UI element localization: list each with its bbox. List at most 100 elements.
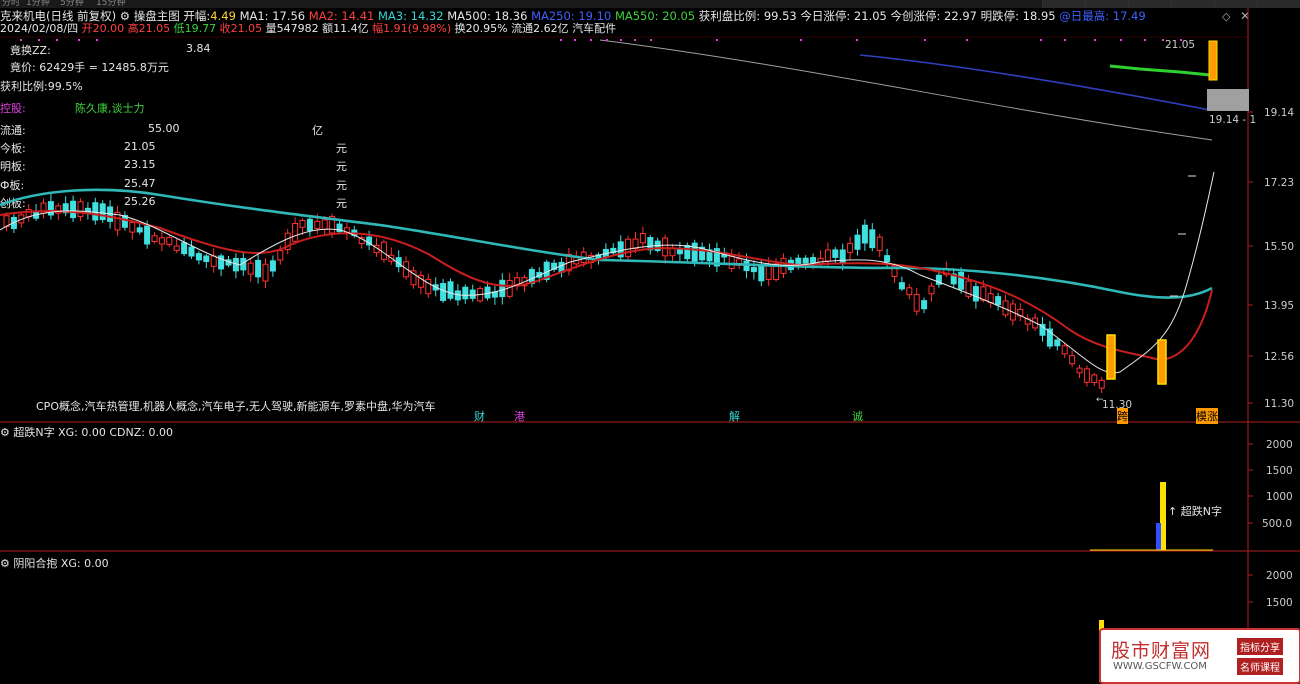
ma250-line bbox=[859, 54, 1211, 111]
panel3-title[interactable]: 阴阳合抱 bbox=[13, 557, 57, 570]
concepts-text: CPO概念,汽车热管理,机器人概念,汽车电子,无人驾驶,新能源车,罗素中盘,华为… bbox=[36, 400, 436, 413]
candle-body bbox=[210, 255, 217, 267]
panel2-axis-2000: 2000 bbox=[1266, 439, 1293, 451]
price-axis-1723: 17.23 bbox=[1264, 177, 1295, 189]
candle-body bbox=[380, 241, 387, 260]
panel3-axis-1500: 1500 bbox=[1266, 597, 1293, 609]
price-axis-1130: 11.30 bbox=[1264, 398, 1295, 410]
marker-dot bbox=[620, 39, 622, 41]
candle-body bbox=[832, 249, 839, 258]
candle-body bbox=[314, 220, 321, 230]
candle-body bbox=[166, 236, 173, 246]
candle-body bbox=[750, 267, 757, 273]
cdnz-bar-blue bbox=[1156, 523, 1161, 550]
candle-body bbox=[203, 255, 210, 263]
candle-body bbox=[469, 289, 476, 299]
candle-body bbox=[195, 253, 202, 261]
candle-body bbox=[447, 281, 454, 299]
price-tag-range: 19.14 - 1 bbox=[1209, 114, 1257, 126]
range-box bbox=[1207, 89, 1249, 111]
candle-body bbox=[632, 238, 639, 249]
axis-ticks bbox=[1248, 111, 1253, 603]
candle-body bbox=[639, 232, 646, 244]
panel3-gear-icon[interactable]: ⚙ bbox=[0, 557, 10, 570]
candle-body bbox=[839, 249, 846, 264]
candle-body bbox=[99, 203, 106, 221]
candle-body bbox=[151, 235, 158, 243]
price-axis-1914: 19.14 bbox=[1264, 107, 1295, 119]
signal-bar-1 bbox=[1106, 334, 1116, 380]
candle-body bbox=[958, 271, 965, 290]
candle-body bbox=[299, 219, 306, 228]
candle-body bbox=[898, 282, 905, 290]
marker-dot bbox=[1040, 39, 1042, 41]
candle-body bbox=[728, 255, 735, 269]
panel2-axis-1000: 1000 bbox=[1266, 491, 1293, 503]
marker-jie: 解 bbox=[729, 410, 740, 423]
candle-body bbox=[869, 229, 876, 249]
kline-chart[interactable] bbox=[0, 0, 1300, 682]
marker-dot bbox=[96, 39, 98, 41]
price-axis-1256: 12.56 bbox=[1264, 351, 1295, 363]
candle-body bbox=[77, 201, 84, 217]
candle-body bbox=[906, 287, 913, 296]
marker-dot bbox=[590, 39, 592, 41]
price-axis-1550: 15.50 bbox=[1264, 241, 1295, 253]
marker-dot bbox=[716, 39, 718, 41]
candle-body bbox=[129, 222, 136, 233]
marker-cai: 财 bbox=[474, 410, 485, 423]
candle-body bbox=[70, 200, 77, 219]
candle-body bbox=[758, 265, 765, 282]
marker-dot bbox=[1094, 39, 1096, 41]
candle-body bbox=[188, 246, 195, 257]
candle-body bbox=[144, 225, 151, 245]
candle-body bbox=[306, 218, 313, 231]
candle-body bbox=[662, 237, 669, 257]
candle-body bbox=[262, 263, 269, 282]
candle-body bbox=[824, 249, 831, 262]
candle-body bbox=[425, 278, 432, 295]
marker-dot bbox=[924, 39, 926, 41]
panel2-signal-label: ↑ 超跌N字 bbox=[1168, 505, 1222, 518]
marker-dot bbox=[634, 39, 636, 41]
marker-cheng: 诚 bbox=[852, 410, 863, 423]
marker-dot bbox=[1144, 39, 1146, 41]
candle-body bbox=[876, 236, 883, 251]
marker-dot bbox=[38, 39, 40, 41]
price-axis-1395: 13.95 bbox=[1264, 300, 1295, 312]
marker-dot bbox=[574, 39, 576, 41]
candle-body bbox=[158, 237, 165, 245]
candle-body bbox=[1098, 379, 1105, 389]
candle-body bbox=[1076, 367, 1083, 374]
watermark-tag1: 指标分享 bbox=[1237, 638, 1283, 655]
candle-body bbox=[861, 224, 868, 244]
candle-body bbox=[292, 223, 299, 242]
candle-body bbox=[847, 242, 854, 253]
marker-dot bbox=[966, 39, 968, 41]
marker-gang: 港 bbox=[514, 410, 525, 423]
panel2-axis-1500: 1500 bbox=[1266, 465, 1293, 477]
candle-body bbox=[255, 259, 262, 278]
panel2-header: ⚙ 超跌N字 XG: 0.00 CDNZ: 0.00 bbox=[0, 424, 173, 440]
marker-dot bbox=[56, 39, 58, 41]
ma2-line bbox=[0, 209, 1213, 362]
candle-body bbox=[269, 260, 276, 272]
ma500-line bbox=[599, 39, 1213, 141]
limit-up-bar bbox=[1208, 40, 1218, 81]
candle-body bbox=[247, 262, 254, 275]
panel3-header: ⚙ 阴阳合抱 XG: 0.00 bbox=[0, 555, 109, 571]
marker-dot bbox=[606, 39, 608, 41]
panel2-cdnz: CDNZ: 0.00 bbox=[109, 426, 173, 439]
candle-body bbox=[47, 201, 54, 216]
candle-body bbox=[928, 285, 935, 295]
candle-body bbox=[625, 238, 632, 258]
candle-body bbox=[136, 227, 143, 233]
panel3-axis-2000: 2000 bbox=[1266, 570, 1293, 582]
panel3-xg: XG: 0.00 bbox=[60, 557, 109, 570]
panel2-gear-icon[interactable]: ⚙ bbox=[0, 426, 10, 439]
panel2-title[interactable]: 超跌N字 bbox=[13, 426, 54, 439]
marker-kua: 跨 bbox=[1117, 408, 1128, 424]
watermark-title: 股市财富网 bbox=[1111, 640, 1212, 662]
candle-body bbox=[1091, 374, 1098, 384]
ma550-line bbox=[1109, 64, 1211, 77]
